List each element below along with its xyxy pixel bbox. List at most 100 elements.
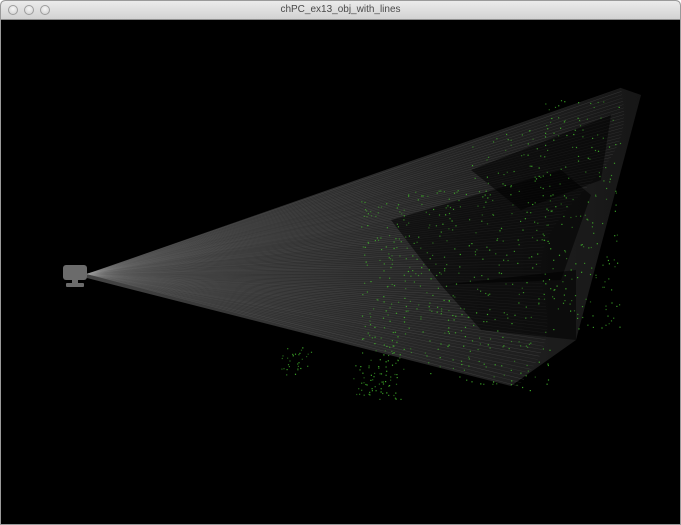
point: [469, 350, 471, 352]
point: [364, 282, 366, 284]
3d-viewport[interactable]: [1, 20, 680, 525]
point: [383, 301, 385, 303]
point: [396, 374, 398, 376]
point: [547, 240, 549, 242]
point: [383, 354, 385, 356]
point: [358, 388, 360, 390]
point: [371, 337, 373, 339]
point: [614, 210, 616, 212]
point: [615, 204, 617, 206]
point: [410, 348, 412, 350]
title-bar[interactable]: chPC_ex13_obj_with_lines: [1, 1, 680, 20]
point: [601, 327, 603, 329]
point: [550, 121, 552, 124]
point: [363, 394, 365, 396]
point: [396, 207, 398, 209]
point: [514, 314, 516, 316]
point: [474, 177, 476, 179]
point: [581, 244, 583, 246]
point: [428, 362, 430, 364]
point: [416, 258, 418, 260]
point: [517, 239, 519, 241]
point: [399, 255, 401, 257]
point: [436, 274, 438, 277]
point: [563, 121, 565, 123]
point: [492, 141, 495, 143]
point: [574, 129, 576, 131]
point: [504, 184, 506, 187]
point: [587, 201, 589, 203]
point: [416, 308, 418, 310]
point: [553, 329, 555, 331]
point: [548, 242, 550, 244]
point: [362, 294, 364, 296]
point: [370, 379, 372, 381]
point: [608, 263, 610, 265]
point: [599, 175, 601, 178]
point: [605, 308, 607, 311]
point: [558, 135, 560, 137]
point-cloud-canvas[interactable]: [1, 20, 680, 525]
point: [399, 354, 401, 356]
point: [286, 369, 288, 371]
point: [404, 333, 407, 335]
point: [575, 146, 578, 149]
point: [565, 197, 567, 199]
point: [547, 379, 550, 381]
point: [403, 215, 405, 217]
point: [586, 118, 588, 120]
point: [550, 210, 552, 212]
point: [582, 129, 584, 131]
point: [507, 317, 509, 319]
point: [463, 308, 465, 310]
point: [546, 125, 548, 127]
point: [413, 281, 415, 283]
point: [581, 271, 583, 273]
point: [479, 337, 481, 339]
point: [404, 280, 406, 282]
point: [372, 379, 374, 381]
point: [364, 201, 366, 204]
point: [602, 222, 604, 225]
point: [394, 331, 396, 333]
point: [510, 139, 512, 141]
point: [421, 267, 423, 269]
point: [506, 254, 508, 256]
point: [584, 262, 586, 264]
point: [437, 348, 439, 350]
point: [494, 364, 496, 366]
point: [608, 323, 610, 325]
point: [395, 392, 397, 394]
point: [496, 138, 498, 140]
point: [283, 368, 285, 370]
point: [522, 229, 524, 231]
point: [520, 345, 522, 347]
point: [564, 251, 567, 253]
point: [443, 256, 446, 258]
point: [428, 269, 430, 271]
point: [380, 388, 382, 390]
point: [449, 206, 452, 209]
point: [551, 117, 553, 120]
camera-body: [63, 265, 87, 280]
point: [435, 263, 437, 265]
point: [469, 219, 471, 221]
point: [395, 362, 397, 364]
point: [510, 384, 512, 386]
point: [386, 203, 388, 205]
point: [540, 155, 542, 157]
point: [452, 295, 454, 297]
point: [451, 220, 453, 222]
point: [525, 375, 527, 377]
point: [461, 314, 463, 316]
point: [606, 256, 608, 258]
point: [369, 324, 372, 326]
point: [374, 336, 376, 338]
point: [545, 132, 547, 134]
point: [483, 206, 485, 208]
point: [476, 249, 478, 251]
point: [538, 175, 540, 177]
point: [386, 345, 388, 347]
point: [405, 258, 407, 260]
point: [571, 226, 573, 228]
